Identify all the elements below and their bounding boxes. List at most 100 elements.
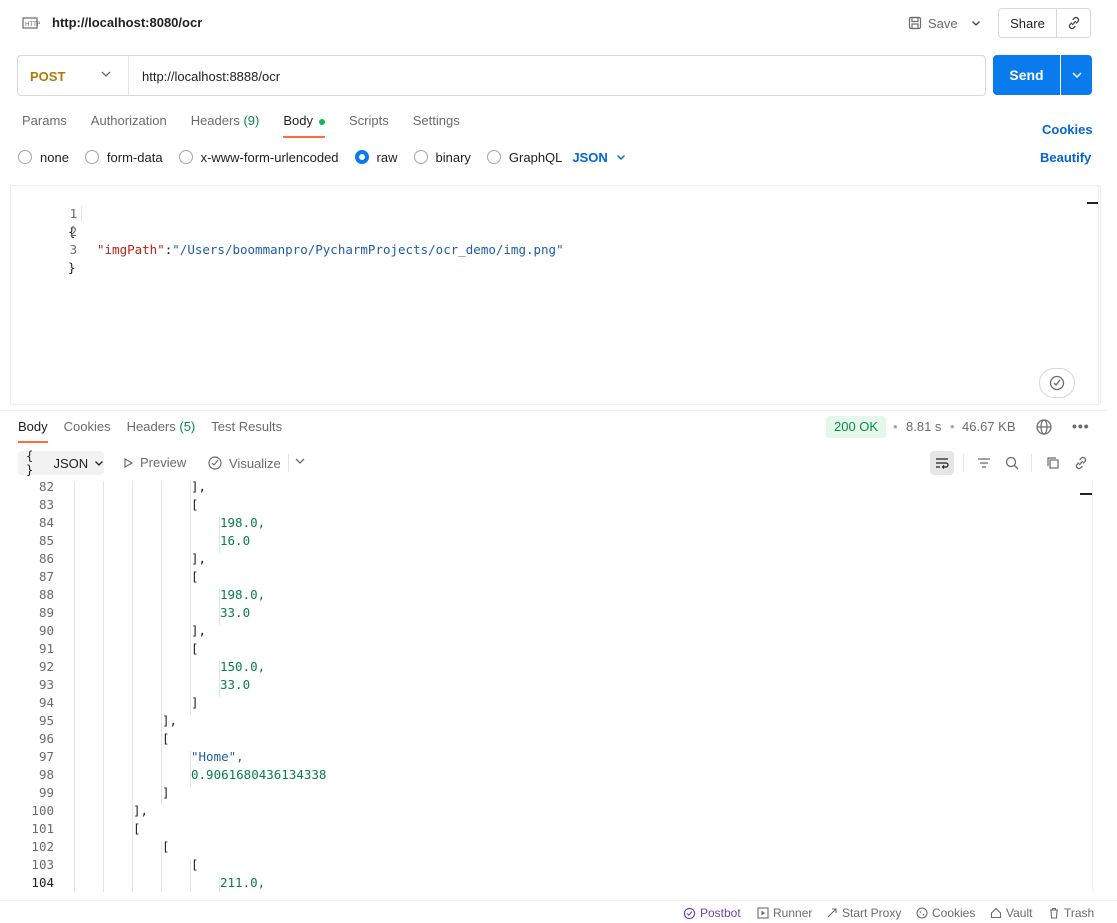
code-line: 83 [ [0, 496, 1090, 514]
postbot-button[interactable] [1039, 368, 1075, 398]
divider [1031, 454, 1032, 472]
response-time[interactable]: 8.81 s [906, 419, 941, 434]
line-number: 93 [38, 677, 54, 692]
postbot-button[interactable]: Postbot [683, 906, 741, 920]
code-text: 33.0 [220, 677, 251, 692]
visualize-options-button[interactable] [294, 455, 306, 470]
line-number: 87 [38, 569, 54, 584]
code-line: 104 211.0, [0, 874, 1090, 892]
cookies-button[interactable]: Cookies [916, 906, 975, 920]
line-number: 86 [38, 551, 54, 566]
code-line: 87 [ [0, 568, 1090, 586]
url-bar: POST http://localhost:8888/ocr [17, 55, 986, 96]
code-text: ] [191, 695, 199, 710]
tab-label: Scripts [348, 113, 389, 128]
tab-params[interactable]: Params [22, 113, 67, 137]
copy-icon [1047, 457, 1059, 469]
runner-button[interactable]: Runner [757, 906, 812, 920]
line-number: 104 [31, 875, 54, 890]
url-input[interactable]: http://localhost:8888/ocr [142, 69, 280, 84]
code-text: 211.0, [220, 875, 266, 890]
tab-response-headers[interactable]: Headers (5) [127, 419, 196, 443]
filter-button[interactable] [972, 451, 996, 475]
tab-headers[interactable]: Headers (9) [191, 113, 260, 137]
preview-button[interactable]: Preview [122, 455, 186, 470]
line-number: 91 [38, 641, 54, 656]
code-text: ], [162, 713, 178, 728]
send-options-button[interactable] [1061, 55, 1092, 95]
code-text: 33.0 [220, 605, 251, 620]
line-number: 97 [38, 749, 54, 764]
copy-link-button[interactable] [1057, 8, 1091, 38]
start-proxy-button[interactable]: Start Proxy [826, 906, 901, 920]
raw-format-select[interactable]: JSON [572, 150, 625, 165]
tab-authorization[interactable]: Authorization [91, 113, 167, 137]
code-line: 89 33.0 [0, 604, 1090, 622]
cookies-label: Cookies [932, 906, 976, 920]
cookies-link[interactable]: Cookies [1042, 122, 1093, 137]
code-line: 85 16.0 [0, 532, 1090, 550]
code-line: 88 198.0, [0, 586, 1090, 604]
code-line: 84 198.0, [0, 514, 1090, 532]
wrap-lines-button[interactable] [930, 451, 954, 475]
chevron-down-icon[interactable] [100, 68, 112, 83]
radio-urlencoded[interactable]: x-www-form-urlencoded [178, 150, 339, 165]
chevron-down-icon [616, 155, 625, 160]
radio-raw[interactable]: raw [354, 150, 398, 165]
send-button[interactable]: Send [993, 55, 1060, 95]
trash-button[interactable]: Trash [1048, 906, 1094, 920]
response-format-select[interactable]: { } JSON [18, 449, 104, 477]
tab-label: Settings [412, 113, 460, 128]
link-icon [1068, 16, 1079, 30]
tab-scripts[interactable]: Scripts [349, 113, 389, 137]
share-button[interactable]: Share [998, 8, 1057, 38]
postbot-label: Postbot [700, 906, 741, 920]
tab-test-results[interactable]: Test Results [211, 419, 282, 443]
code-line: 103 [ [0, 856, 1090, 874]
more-options-icon[interactable]: ••• [1072, 418, 1090, 436]
visualize-button[interactable]: Visualize [207, 455, 281, 471]
tab-body[interactable]: Body [283, 113, 325, 138]
code-line: 93 33.0 [0, 676, 1090, 694]
trash-label: Trash [1064, 906, 1095, 920]
search-icon [1005, 456, 1019, 470]
radio-circle-selected [354, 150, 369, 164]
request-title[interactable]: http://localhost:8080/ocr [52, 15, 202, 30]
status-badge[interactable]: 200 OK [826, 416, 887, 438]
save-button[interactable]: Save [900, 10, 966, 36]
code-line: 2 "imgPath":"/Users/boommanpro/PycharmPr… [11, 205, 1100, 257]
separator-dot: • [893, 419, 898, 434]
search-button[interactable] [1000, 451, 1024, 475]
radio-none[interactable]: none [18, 150, 69, 165]
line-number: 88 [38, 587, 54, 602]
globe-icon[interactable] [1035, 418, 1053, 436]
save-options-button[interactable] [964, 10, 988, 36]
vault-button[interactable]: Vault [990, 906, 1032, 920]
request-tabs: Params Authorization Headers (9) Body Sc… [22, 113, 484, 138]
tab-label: Headers [126, 419, 176, 434]
radio-graphql[interactable]: GraphQL [486, 150, 562, 165]
line-number: 95 [38, 713, 54, 728]
copy-link-button[interactable] [1069, 451, 1093, 475]
response-body-viewer[interactable]: 82], 83[84 198.0, 85 16.0 86], 87[88 198.0, 89 33… [0, 481, 1107, 892]
code-line: 101 [ [0, 820, 1090, 838]
radio-binary[interactable]: binary [413, 150, 471, 165]
response-size[interactable]: 46.67 KB [962, 419, 1016, 434]
line-number: 98 [38, 767, 54, 782]
radio-circle [18, 150, 32, 164]
tab-response-body[interactable]: Body [18, 419, 48, 443]
request-body-editor[interactable]: 1 { 2 "imgPath":"/Users/boommanpro/Pycha… [10, 185, 1101, 405]
radio-form-data[interactable]: form-data [84, 150, 163, 165]
copy-button[interactable] [1041, 451, 1065, 475]
method-select[interactable]: POST [30, 69, 65, 84]
line-number: 96 [38, 731, 54, 746]
beautify-link[interactable]: Beautify [1040, 150, 1091, 165]
wrap-lines-icon [936, 458, 949, 469]
response-tabs: Body Cookies Headers (5) Test Results [18, 419, 298, 443]
code-text: 150.0, [220, 659, 266, 674]
pane-divider[interactable] [0, 410, 1107, 411]
tab-settings[interactable]: Settings [413, 113, 460, 137]
proxy-icon [827, 908, 837, 918]
cookie-icon [916, 907, 928, 919]
tab-response-cookies[interactable]: Cookies [64, 419, 111, 443]
